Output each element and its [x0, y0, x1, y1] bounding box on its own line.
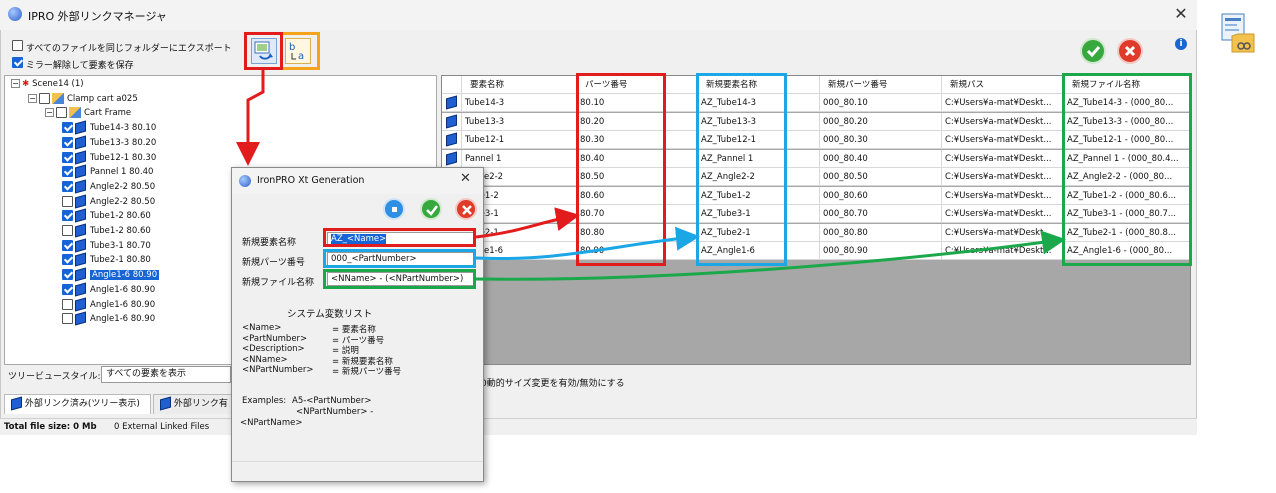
blue-arrow-part-number	[475, 226, 700, 261]
red-arrow-name	[475, 207, 580, 239]
annotation-arrows	[236, 70, 1066, 281]
red-arrow-toolbar	[236, 70, 265, 166]
green-arrow-file-name	[475, 230, 1066, 281]
